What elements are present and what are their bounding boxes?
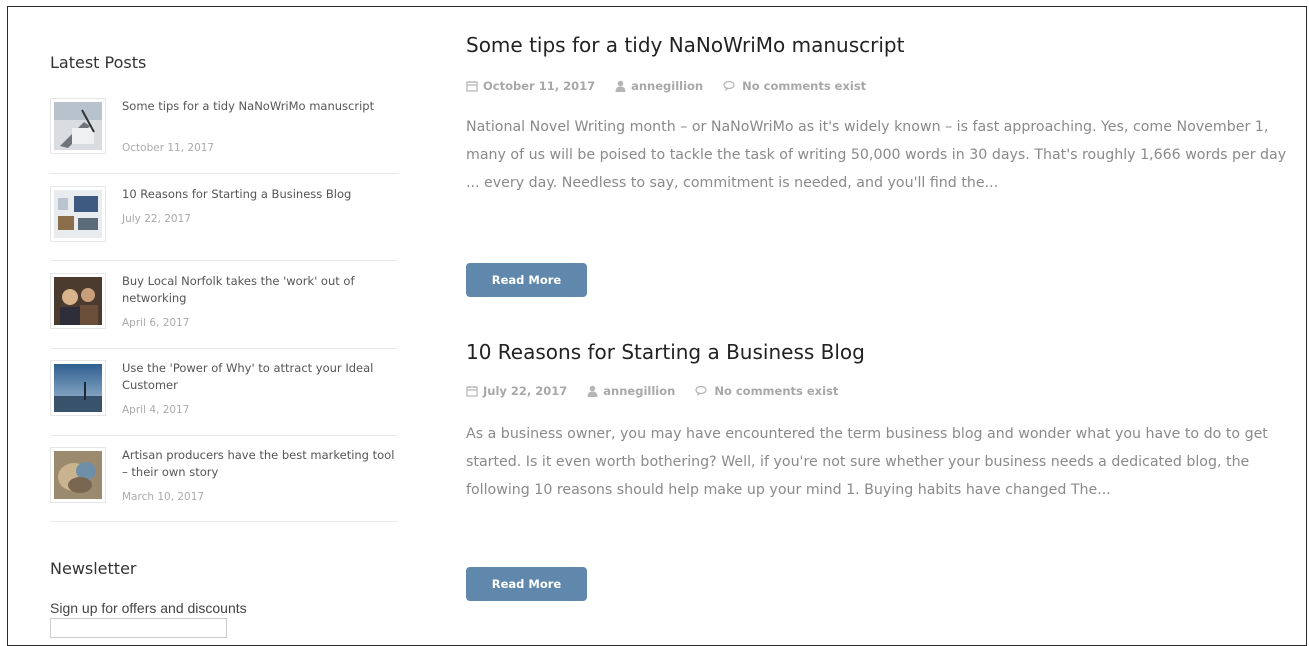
- post-thumbnail[interactable]: [50, 186, 106, 242]
- divider: [50, 260, 398, 261]
- divider: [50, 521, 398, 522]
- newsletter-title: Newsletter: [50, 559, 137, 578]
- read-more-button[interactable]: Read More: [466, 567, 587, 601]
- article-date-text: October 11, 2017: [483, 79, 596, 93]
- article-meta: October 11, 2017 annegillion No comments…: [466, 79, 886, 93]
- post-thumbnail[interactable]: [50, 273, 106, 329]
- article-title[interactable]: Some tips for a tidy NaNoWriMo manuscrip…: [466, 33, 904, 57]
- latest-posts-title: Latest Posts: [50, 53, 147, 72]
- latest-post-date: July 22, 2017: [122, 213, 191, 225]
- read-more-button[interactable]: Read More: [466, 263, 587, 297]
- newsletter-text: Sign up for offers and discounts: [50, 600, 247, 616]
- post-thumbnail[interactable]: [50, 98, 106, 154]
- latest-post-link[interactable]: Artisan producers have the best marketin…: [122, 447, 398, 481]
- article-author-text[interactable]: annegillion: [603, 384, 675, 398]
- article-author[interactable]: annegillion: [615, 79, 703, 93]
- article-comments-text[interactable]: No comments exist: [714, 384, 838, 398]
- article-date: July 22, 2017: [466, 384, 567, 398]
- article-title[interactable]: 10 Reasons for Starting a Business Blog: [466, 340, 865, 364]
- comments-icon: [695, 385, 707, 396]
- article-excerpt: National Novel Writing month – or NaNoWr…: [466, 119, 1287, 191]
- page-frame: Latest Posts Some tips for a tidy NaNoWr…: [7, 6, 1307, 646]
- user-icon: [587, 385, 598, 397]
- divider: [50, 173, 398, 174]
- article-author-text[interactable]: annegillion: [631, 79, 703, 93]
- calendar-icon: [466, 386, 478, 397]
- user-icon: [615, 80, 626, 92]
- latest-post-date: April 4, 2017: [122, 404, 190, 416]
- article-comments[interactable]: No comments exist: [723, 79, 866, 93]
- article-meta: July 22, 2017 annegillion No comments ex…: [466, 384, 858, 398]
- article-date-text: July 22, 2017: [483, 384, 568, 398]
- latest-post-date: March 10, 2017: [122, 491, 205, 503]
- article-comments[interactable]: No comments exist: [695, 384, 838, 398]
- divider: [50, 348, 398, 349]
- post-thumbnail[interactable]: [50, 447, 106, 503]
- latest-post-link[interactable]: 10 Reasons for Starting a Business Blog: [122, 186, 398, 203]
- divider: [50, 435, 398, 436]
- article-comments-text[interactable]: No comments exist: [742, 79, 866, 93]
- post-thumbnail[interactable]: [50, 360, 106, 416]
- latest-post-date: October 11, 2017: [122, 142, 215, 154]
- newsletter-email-field[interactable]: [50, 618, 227, 638]
- article-author[interactable]: annegillion: [587, 384, 675, 398]
- article-excerpt: As a business owner, you may have encoun…: [466, 426, 1268, 498]
- latest-post-link[interactable]: Buy Local Norfolk takes the 'work' out o…: [122, 273, 398, 307]
- article-date: October 11, 2017: [466, 79, 595, 93]
- calendar-icon: [466, 81, 478, 92]
- latest-post-date: April 6, 2017: [122, 317, 190, 329]
- latest-post-link[interactable]: Some tips for a tidy NaNoWriMo manuscrip…: [122, 98, 398, 115]
- comments-icon: [723, 80, 735, 91]
- latest-post-link[interactable]: Use the 'Power of Why' to attract your I…: [122, 360, 398, 394]
